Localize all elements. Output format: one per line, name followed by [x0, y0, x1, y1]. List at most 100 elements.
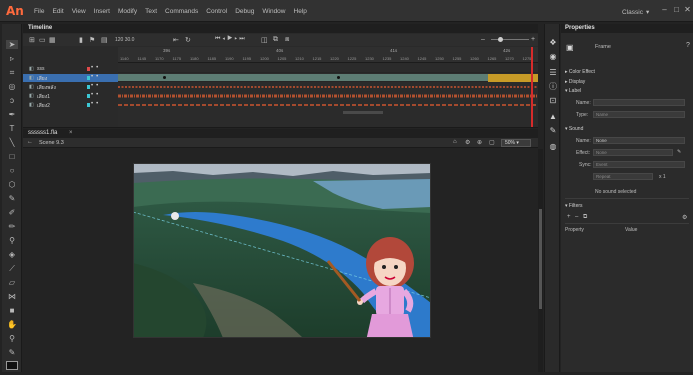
maximize-button[interactable]: □ — [672, 5, 681, 14]
filter-options-icon[interactable]: ⧉ — [583, 214, 587, 221]
zoom-tool-icon[interactable]: ⚲ — [6, 334, 18, 343]
center-stage-icon[interactable]: ⊕ — [477, 139, 482, 146]
section-display[interactable]: ▸ Display — [565, 79, 585, 85]
section-label[interactable]: ▾ Label — [565, 88, 581, 94]
edit-sound-icon[interactable]: ✎ — [677, 149, 681, 155]
label-name-input[interactable] — [593, 99, 685, 106]
rectangle-tool-icon[interactable]: □ — [6, 152, 18, 161]
new-layer-icon[interactable]: ⊞ — [29, 36, 35, 44]
frame-ruler[interactable]: 39s 40s 41s 42s 1140 1145 1170 1175 1180 1185… — [118, 47, 538, 63]
stroke-color-icon[interactable]: ✎ — [6, 348, 18, 357]
align-icon[interactable]: ☰ — [548, 68, 558, 77]
add-filter-icon[interactable]: + — [567, 214, 571, 220]
brush-tool-icon[interactable]: ✐ — [6, 208, 18, 217]
menu-control[interactable]: Control — [206, 8, 227, 15]
pencil-tool-icon[interactable]: ✎ — [6, 194, 18, 203]
polystar-tool-icon[interactable]: ⬡ — [6, 180, 18, 189]
section-sound[interactable]: ▾ Sound — [565, 126, 583, 132]
folder-icon[interactable]: ▭ — [39, 36, 46, 44]
frame-row-tween[interactable] — [118, 74, 538, 82]
library-icon[interactable]: ❖ — [548, 38, 558, 47]
workspace-switcher[interactable]: Classic ▾ — [622, 8, 649, 16]
layer-color-swatch[interactable] — [87, 67, 90, 71]
free-transform-tool-icon[interactable]: ⌗ — [6, 68, 18, 77]
paint-brush-tool-icon[interactable]: ✏ — [6, 222, 18, 231]
back-arrow-icon[interactable]: ← — [27, 139, 33, 145]
zoom-out-icon[interactable]: – — [481, 36, 485, 43]
selection-tool-icon[interactable]: ➤ — [6, 40, 18, 49]
menu-insert[interactable]: Insert — [94, 8, 110, 15]
layer-color-swatch[interactable] — [87, 94, 90, 98]
text-tool-icon[interactable]: T — [6, 124, 18, 133]
paint-bucket-tool-icon[interactable]: ◈ — [6, 250, 18, 259]
layer-toggles[interactable]: •• — [91, 92, 101, 98]
bone-tool-icon[interactable]: ⚲ — [6, 236, 18, 245]
menu-file[interactable]: File — [34, 8, 44, 15]
close-button[interactable]: ✕ — [683, 5, 692, 14]
playhead[interactable] — [531, 47, 533, 127]
layer-color-swatch[interactable] — [87, 103, 90, 107]
sound-effect-select[interactable]: None — [593, 149, 673, 156]
3d-rotation-tool-icon[interactable]: ◎ — [6, 82, 18, 91]
layer-row[interactable]: ◧ เสียง2 •• — [23, 101, 118, 109]
lasso-tool-icon[interactable]: ↄ — [6, 96, 18, 105]
center-frame-icon[interactable]: ⇤ — [173, 36, 179, 44]
layer-color-swatch[interactable] — [87, 76, 90, 80]
oval-tool-icon[interactable]: ○ — [6, 166, 18, 175]
timeline-tab[interactable]: Timeline — [23, 24, 538, 33]
keyframe-dot[interactable] — [337, 76, 340, 79]
menu-modify[interactable]: Modify — [118, 8, 137, 15]
menu-window[interactable]: Window — [262, 8, 285, 15]
layer-toggles[interactable]: •• — [91, 74, 101, 80]
menu-edit[interactable]: Edit — [52, 8, 63, 15]
pen-tool-icon[interactable]: ✒ — [6, 110, 18, 119]
layer-toggles[interactable]: •• — [91, 83, 101, 89]
fill-color-swatch[interactable] — [6, 361, 18, 370]
camera-tool-icon[interactable]: ■ — [6, 306, 18, 315]
layer-color-swatch[interactable] — [87, 85, 90, 89]
close-tab-icon[interactable]: × — [69, 130, 73, 136]
timeline-zoom-slider[interactable] — [491, 39, 529, 40]
eraser-tool-icon[interactable]: ▱ — [6, 278, 18, 287]
menu-help[interactable]: Help — [294, 8, 307, 15]
stage-scrollbar[interactable] — [538, 149, 543, 372]
document-tab[interactable]: ssssss1.fla — [28, 130, 57, 136]
menu-debug[interactable]: Debug — [235, 8, 254, 15]
timeline-zoom-knob[interactable] — [498, 37, 503, 42]
color-icon[interactable]: ▲ — [548, 112, 558, 121]
filter-settings-icon[interactable]: ⚙ — [682, 214, 687, 221]
clip-icon[interactable]: ▢ — [489, 139, 495, 146]
sound-repeat-select[interactable]: Repeat — [593, 173, 653, 180]
swatches-icon[interactable]: ✎ — [548, 126, 558, 135]
loop-icon[interactable]: ↻ — [185, 36, 191, 44]
help-icon[interactable]: ? — [686, 42, 690, 49]
sound-sync-select[interactable]: Event — [593, 161, 685, 168]
outline-layers-icon[interactable]: ▤ — [101, 36, 108, 44]
show-layers-icon[interactable]: ▮ — [79, 36, 83, 44]
eyedropper-tool-icon[interactable]: ⟋ — [6, 264, 18, 273]
frame-row[interactable] — [118, 65, 538, 73]
timeline-scrollbar[interactable] — [343, 111, 383, 114]
edit-multiple-frames-icon[interactable]: ⧈ — [285, 36, 289, 44]
minimize-button[interactable]: – — [660, 5, 669, 14]
layer-row[interactable]: ◧ เสียง1 •• — [23, 92, 118, 100]
scene-label[interactable]: Scene 9.3 — [39, 140, 64, 146]
edit-scene-icon[interactable]: ⌂ — [453, 139, 457, 145]
menu-text[interactable]: Text — [145, 8, 157, 15]
zoom-dropdown[interactable]: 50% ▾ — [501, 139, 531, 147]
label-type-select[interactable]: Name — [593, 111, 685, 118]
section-color-effect[interactable]: ▸ Color Effect — [565, 69, 595, 75]
remove-filter-icon[interactable]: – — [575, 214, 578, 220]
lock-layers-icon[interactable]: ⚑ — [89, 36, 95, 44]
onion-outline-icon[interactable]: ⧉ — [273, 36, 278, 44]
width-tool-icon[interactable]: ⋈ — [6, 292, 18, 301]
frames-grid[interactable] — [118, 63, 538, 127]
menu-commands[interactable]: Commands — [165, 8, 198, 15]
keyframe-dot[interactable] — [163, 76, 166, 79]
components-icon[interactable]: ◍ — [548, 142, 558, 151]
hand-tool-icon[interactable]: ✋ — [6, 320, 18, 329]
fps-readout[interactable]: 120 30.0 — [115, 37, 134, 43]
zoom-in-icon[interactable]: + — [531, 36, 535, 43]
playback-controls[interactable]: ⏮◂▶▸⏭ — [215, 36, 247, 43]
edit-symbol-icon[interactable]: ⚙ — [465, 139, 470, 146]
